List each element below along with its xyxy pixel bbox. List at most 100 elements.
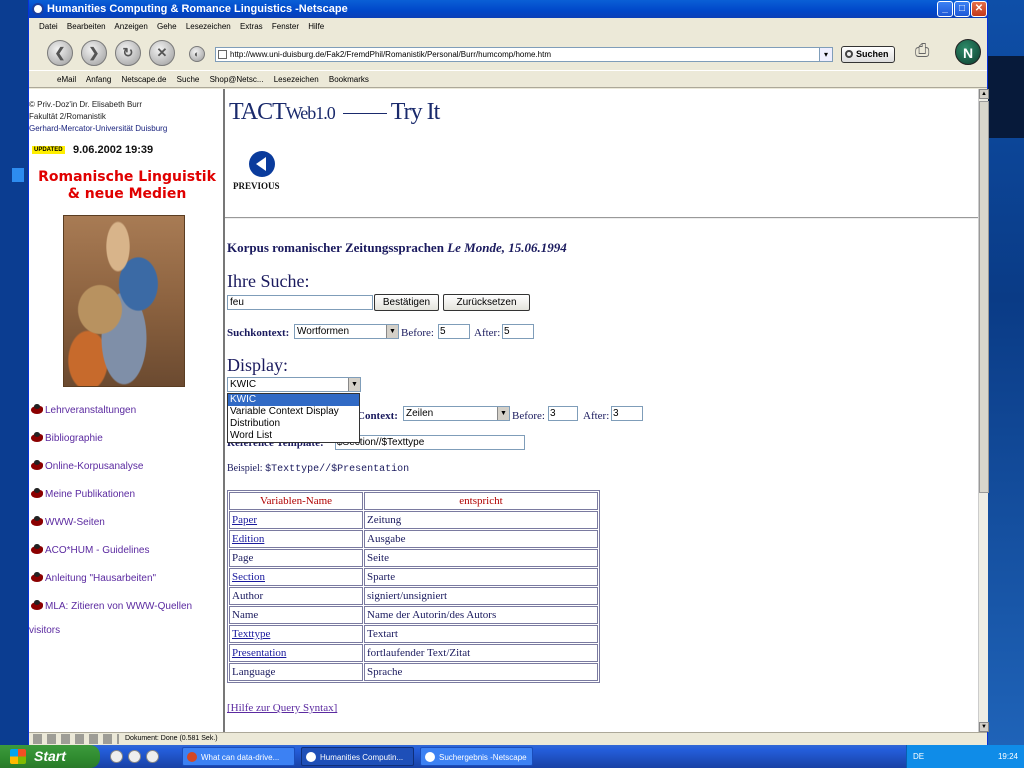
korpus-heading: Korpus romanischer Zeitungssprachen Le M… <box>227 240 567 256</box>
table-row: Texttype Textart <box>229 625 598 643</box>
bullet-icon <box>31 516 43 526</box>
display-option-distribution[interactable]: Distribution <box>228 418 359 430</box>
forward-icon[interactable]: ❯ <box>81 40 107 66</box>
query-input[interactable]: feu <box>227 295 373 310</box>
help-query-syntax-link[interactable]: [Hilfe zur Query Syntax] <box>227 702 337 714</box>
url-dropdown-icon[interactable]: ▾ <box>819 47 833 62</box>
suchkontext-select[interactable]: Wortformen ▼ <box>294 324 399 339</box>
system-tray: DE 19:24 <box>906 745 1024 768</box>
sidebar-item-label: Lehrveranstaltungen <box>45 405 137 416</box>
table-cell: fortlaufender Text/Zitat <box>364 644 598 662</box>
quicklaunch-icon[interactable] <box>110 750 123 763</box>
updated-date: 9.06.2002 19:39 <box>73 144 154 156</box>
context-select[interactable]: Zeilen ▼ <box>403 406 510 421</box>
bookmarks-toolbar: eMail Anfang Netscape.de Suche Shop@Nets… <box>29 70 987 88</box>
sidebar-item-mla[interactable]: MLA: Zitieren von WWW-Quellen <box>29 599 192 627</box>
logo-divider <box>342 112 387 114</box>
previous-button[interactable]: PREVIOUS <box>233 151 280 191</box>
url-input[interactable]: http://www.uni-duisburg.de/Fak2/FremdPhi… <box>215 47 832 62</box>
previous-arrow-icon <box>249 151 275 177</box>
chevron-down-icon: ▼ <box>348 378 360 391</box>
before-input[interactable]: 5 <box>438 324 470 339</box>
variable-link-edition[interactable]: Edition <box>232 533 264 545</box>
display-option-kwic[interactable]: KWIC <box>228 394 359 406</box>
sidebar-frame: © Priv.-Doz'in Dr. Elisabeth Burr Fakult… <box>29 89 225 732</box>
bookmark-shop[interactable]: Shop@Netsc... <box>210 75 264 84</box>
bookmark-netscape[interactable]: Netscape.de <box>122 75 167 84</box>
task-label: Suchergebnis -Netscape <box>439 753 527 762</box>
taskbar-item-powerpoint[interactable]: What can data-drive... <box>182 747 295 766</box>
sidebar-item-hausarbeiten[interactable]: Anleitung "Hausarbeiten" <box>29 571 192 599</box>
close-icon[interactable]: ✕ <box>971 1 987 17</box>
variable-link-section[interactable]: Section <box>232 571 265 583</box>
start-button[interactable]: Start <box>0 745 100 768</box>
vertical-scrollbar[interactable]: ▲ ▼ <box>978 89 989 732</box>
sidebar-item-acohum[interactable]: ACO*HUM - Guidelines <box>29 543 192 571</box>
taskbar-item-humanities[interactable]: Humanities Computin... <box>301 747 414 766</box>
netscape-icon <box>306 752 316 762</box>
bookmark-lesezeichen[interactable]: Lesezeichen <box>274 75 319 84</box>
bookmark-suche[interactable]: Suche <box>177 75 200 84</box>
sidebar-item-lehrveranstaltungen[interactable]: Lehrveranstaltungen <box>29 403 192 431</box>
reference-template-input[interactable]: $Section//$Texttype <box>335 435 525 450</box>
netscape-logo-icon[interactable]: N <box>955 39 981 65</box>
back-icon[interactable]: ❮ <box>47 40 73 66</box>
confirm-button[interactable]: Bestätigen <box>374 294 439 311</box>
menu-extras[interactable]: Extras <box>240 22 263 31</box>
taskbar-item-suchergebnis[interactable]: Suchergebnis -Netscape <box>420 747 533 766</box>
bookmark-anfang[interactable]: Anfang <box>86 75 111 84</box>
context-after-input[interactable]: 3 <box>611 406 643 421</box>
maximize-icon[interactable]: □ <box>954 1 970 17</box>
search-icon <box>845 50 853 58</box>
task-label: What can data-drive... <box>201 753 280 762</box>
quicklaunch-icon[interactable] <box>128 750 141 763</box>
bookmark-email[interactable]: eMail <box>57 75 76 84</box>
menu-gehe[interactable]: Gehe <box>157 22 177 31</box>
menu-hilfe[interactable]: Hilfe <box>308 22 324 31</box>
status-icons <box>33 734 119 744</box>
title-bar[interactable]: Humanities Computing & Romance Linguisti… <box>29 0 987 18</box>
sidebar-item-label: Bibliographie <box>45 433 103 444</box>
home-icon[interactable]: ◐ <box>189 46 205 62</box>
example-line: Beispiel: $Texttype//$Presentation <box>227 463 409 475</box>
language-indicator[interactable]: DE <box>913 752 924 761</box>
bookmark-bookmarks[interactable]: Bookmarks <box>329 75 369 84</box>
visitors-link[interactable]: visitors <box>29 625 60 636</box>
sidebar-item-publikationen[interactable]: Meine Publikationen <box>29 487 192 515</box>
menu-anzeigen[interactable]: Anzeigen <box>114 22 147 31</box>
windows-logo-icon <box>10 749 26 764</box>
variable-link-paper[interactable]: Paper <box>232 514 257 526</box>
menu-bearbeiten[interactable]: Bearbeiten <box>67 22 106 31</box>
sidebar-item-bibliographie[interactable]: Bibliographie <box>29 431 192 459</box>
site-title: Romanische Linguistik & neue Medien <box>29 169 223 203</box>
scroll-up-icon[interactable]: ▲ <box>979 89 989 99</box>
suchkontext-value: Wortformen <box>297 326 350 337</box>
sidebar-item-www-seiten[interactable]: WWW-Seiten <box>29 515 192 543</box>
variable-link-presentation[interactable]: Presentation <box>232 647 286 659</box>
sidebar-item-label: Anleitung "Hausarbeiten" <box>45 573 157 584</box>
menu-lesezeichen[interactable]: Lesezeichen <box>186 22 231 31</box>
reload-icon[interactable]: ↻ <box>115 40 141 66</box>
search-button[interactable]: Suchen <box>841 46 895 63</box>
reset-button[interactable]: Zurücksetzen <box>443 294 530 311</box>
chevron-down-icon: ▼ <box>386 325 398 338</box>
logo-web: Web1.0 <box>285 103 336 123</box>
quicklaunch-icon[interactable] <box>146 750 159 763</box>
display-select[interactable]: KWIC ▼ <box>227 377 361 392</box>
menu-fenster[interactable]: Fenster <box>272 22 299 31</box>
sidebar-item-korpusanalyse[interactable]: Online-Korpusanalyse <box>29 459 192 487</box>
sibyl-painting-image <box>63 215 185 387</box>
after-input[interactable]: 5 <box>502 324 534 339</box>
stop-icon[interactable]: ✕ <box>149 40 175 66</box>
bullet-icon <box>31 600 43 610</box>
display-option-word-list[interactable]: Word List <box>228 430 359 442</box>
variable-link-texttype[interactable]: Texttype <box>232 628 270 640</box>
print-icon[interactable]: ⎙ <box>915 40 941 64</box>
minimize-icon[interactable]: _ <box>937 1 953 17</box>
scroll-thumb[interactable] <box>979 101 989 493</box>
display-option-variable-context[interactable]: Variable Context Display <box>228 406 359 418</box>
context-before-input[interactable]: 3 <box>548 406 578 421</box>
start-label: Start <box>34 748 66 764</box>
menu-datei[interactable]: Datei <box>39 22 58 31</box>
scroll-down-icon[interactable]: ▼ <box>979 722 989 732</box>
